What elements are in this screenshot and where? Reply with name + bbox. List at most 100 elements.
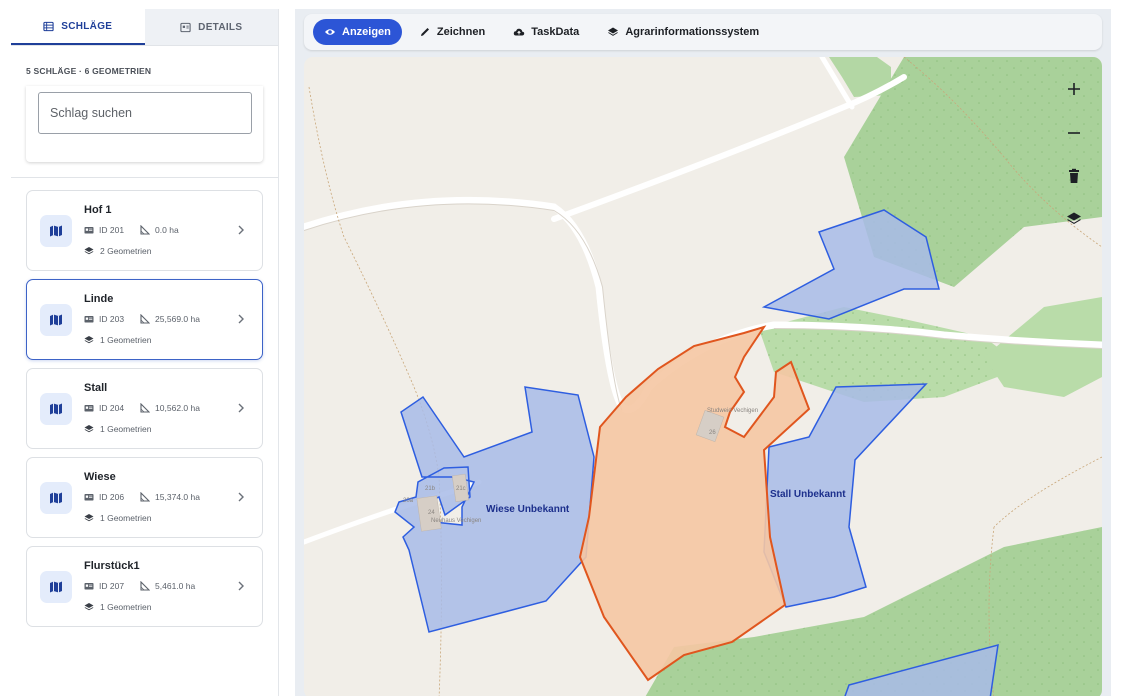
field-icon [40, 215, 72, 247]
plus-icon [1068, 83, 1080, 95]
field-id: ID 203 [99, 314, 125, 324]
details-icon [180, 22, 191, 32]
field-area: 0.0 ha [155, 225, 179, 235]
map-layer: Wiese Unbekannt Stall Unbekannt Studweid… [304, 57, 1102, 696]
field-name: Flurstück1 [84, 560, 140, 572]
map-label-house-24: 24 [428, 510, 435, 516]
id-card-icon [84, 227, 94, 234]
taskdata-button[interactable]: TaskData [502, 19, 590, 45]
map-toolbar: Anzeigen Zeichnen TaskData Agrarinformat… [304, 14, 1102, 50]
id-card-icon [84, 494, 94, 501]
field-id: ID 201 [99, 225, 125, 235]
field-icon [40, 393, 72, 425]
field-list: Hof 1 ID 201 0.0 ha 2 Geometrien Linde I… [11, 190, 278, 627]
field-icon [40, 304, 72, 336]
field-meta: ID 206 15,374.0 ha [84, 492, 200, 502]
layers-icon [84, 425, 94, 433]
sidebar-tabs: SCHLÄGE DETAILS [11, 9, 278, 46]
cloud-upload-icon [513, 28, 525, 36]
chevron-right-icon [238, 492, 244, 502]
sidebar: SCHLÄGE DETAILS 5 SCHLÄGE · 6 GEOMETRIEN… [11, 9, 279, 696]
field-area: 15,374.0 ha [155, 492, 200, 502]
map-canvas[interactable]: Wiese Unbekannt Stall Unbekannt Studweid… [304, 57, 1102, 696]
chevron-right-icon [238, 581, 244, 591]
field-card-2[interactable]: Stall ID 204 10,562.0 ha 1 Geometrien [26, 368, 263, 449]
field-name: Hof 1 [84, 204, 112, 216]
field-id: ID 207 [99, 581, 125, 591]
tab-schlaege[interactable]: SCHLÄGE [11, 9, 145, 45]
anzeigen-label: Anzeigen [342, 26, 391, 38]
tab-details[interactable]: DETAILS [144, 9, 278, 45]
field-area: 25,569.0 ha [155, 314, 200, 324]
trash-icon [1069, 168, 1079, 183]
pencil-icon [420, 28, 429, 36]
field-summary: 5 SCHLÄGE · 6 GEOMETRIEN [26, 66, 152, 76]
field-meta: ID 204 10,562.0 ha [84, 403, 200, 413]
id-card-icon [84, 583, 94, 590]
field-card-3[interactable]: Wiese ID 206 15,374.0 ha 1 Geometrien [26, 457, 263, 538]
map-label-neuhaus: Neuhaus Vechigen [431, 518, 481, 524]
anzeigen-button[interactable]: Anzeigen [313, 19, 402, 45]
layers-icon [84, 603, 94, 611]
field-card-4[interactable]: Flurstück1 ID 207 5,461.0 ha 1 Geometrie… [26, 546, 263, 627]
field-name: Stall [84, 382, 108, 394]
layers-icon [84, 514, 94, 522]
map-label-studweid: Studweid Vechigen [707, 408, 758, 414]
layers-icon [1067, 212, 1081, 224]
layers-icon [84, 336, 94, 344]
id-card-icon [84, 405, 94, 412]
field-geometries: 1 Geometrien [84, 335, 152, 345]
eye-icon [325, 29, 335, 35]
zoom-in-button[interactable] [1064, 79, 1084, 99]
map-label-house-21b: 21b [425, 486, 436, 492]
map-label-stall: Stall Unbekannt [770, 489, 846, 500]
field-geometries-label: 1 Geometrien [100, 335, 152, 345]
chevron-right-icon [238, 225, 244, 235]
field-icon [40, 571, 72, 603]
agrarinformationssystem-label: Agrarinformationssystem [625, 26, 760, 38]
map-label-house-26: 26 [709, 430, 716, 436]
field-geometries: 1 Geometrien [84, 424, 152, 434]
zoom-out-button[interactable] [1064, 123, 1084, 143]
field-geometries: 2 Geometrien [84, 246, 152, 256]
field-name: Wiese [84, 471, 116, 483]
map-icon [50, 492, 62, 504]
app-root: SCHLÄGE DETAILS 5 SCHLÄGE · 6 GEOMETRIEN… [0, 0, 1125, 696]
map-icon [50, 225, 62, 237]
agrarinformationssystem-button[interactable]: Agrarinformationssystem [596, 19, 770, 45]
field-geometries: 1 Geometrien [84, 602, 152, 612]
field-area: 5,461.0 ha [155, 581, 196, 591]
field-name: Linde [84, 293, 114, 305]
tab-schlaege-label: SCHLÄGE [61, 20, 113, 32]
field-id: ID 204 [99, 403, 125, 413]
field-icon [40, 482, 72, 514]
field-card-0[interactable]: Hof 1 ID 201 0.0 ha 2 Geometrien [26, 190, 263, 271]
field-geometries-label: 1 Geometrien [100, 602, 152, 612]
area-icon [140, 225, 151, 235]
field-geometries-label: 1 Geometrien [100, 513, 152, 523]
search-input[interactable] [38, 92, 252, 134]
id-card-icon [84, 316, 94, 323]
field-card-1[interactable]: Linde ID 203 25,569.0 ha 1 Geometrien [26, 279, 263, 360]
layers-button[interactable] [1064, 209, 1084, 229]
field-id: ID 206 [99, 492, 125, 502]
map-label-house-20a: 20a [403, 498, 414, 504]
chevron-right-icon [238, 314, 244, 324]
field-geometries: 1 Geometrien [84, 513, 152, 523]
field-meta: ID 207 5,461.0 ha [84, 581, 195, 591]
map-label-wiese: Wiese Unbekannt [486, 504, 570, 515]
area-icon [140, 403, 151, 413]
main-area: Anzeigen Zeichnen TaskData Agrarinformat… [295, 9, 1111, 696]
layers-icon [84, 247, 94, 255]
delete-button[interactable] [1064, 166, 1084, 186]
map-label-house-21c: 21c [456, 486, 466, 492]
field-area: 10,562.0 ha [155, 403, 200, 413]
zeichnen-button[interactable]: Zeichnen [408, 19, 496, 45]
minus-icon [1068, 132, 1080, 134]
area-icon [140, 581, 151, 591]
area-icon [140, 314, 151, 324]
field-meta: ID 203 25,569.0 ha [84, 314, 200, 324]
map-icon [50, 403, 62, 415]
layers-icon [608, 27, 619, 36]
area-icon [140, 492, 151, 502]
